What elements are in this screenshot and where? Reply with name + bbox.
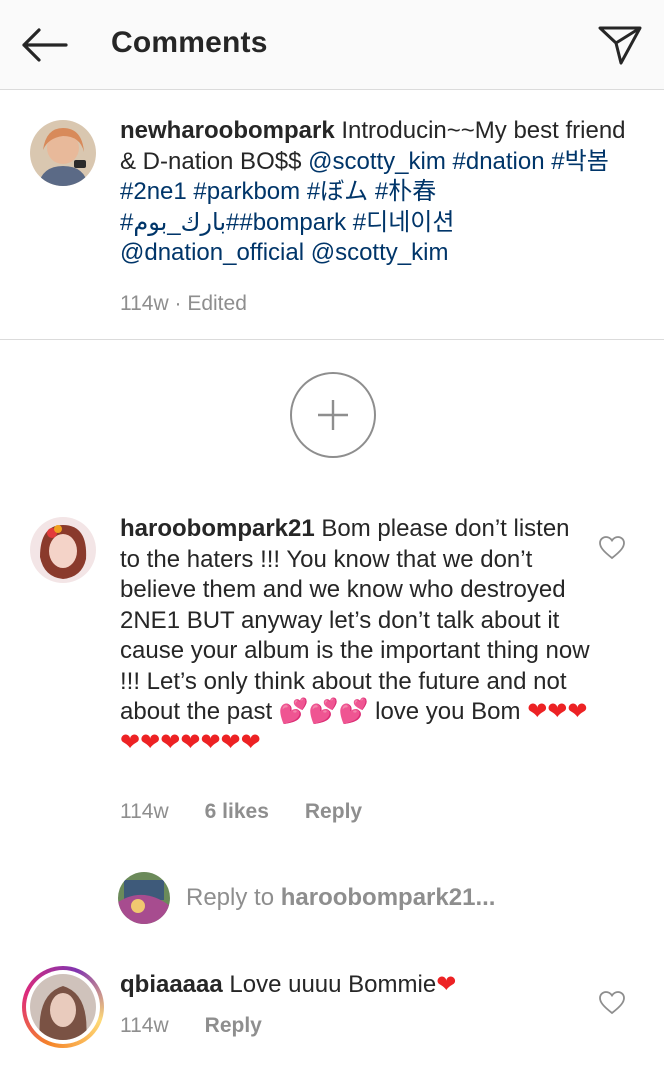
heart-outline-icon xyxy=(599,536,625,560)
caption-meta: 114w · Edited xyxy=(120,292,247,315)
avatar xyxy=(30,974,96,1040)
page-title: Comments xyxy=(111,26,268,59)
comment-body: Bom please don’t listen to the haters !!… xyxy=(120,515,590,725)
hashtag-link[interactable]: #박봄 xyxy=(551,148,609,175)
comment-username[interactable]: haroobompark21 xyxy=(120,515,315,542)
caption-username[interactable]: newharoobompark xyxy=(120,117,335,144)
avatar[interactable] xyxy=(30,517,96,583)
share-button[interactable] xyxy=(594,20,646,70)
heart-emoji: ❤ xyxy=(436,971,457,998)
comment-time: 114w xyxy=(120,800,169,823)
arrow-left-icon xyxy=(22,28,68,62)
hashtag-link[interactable]: #dnation xyxy=(453,148,545,175)
comment-username[interactable]: qbiaaaaa xyxy=(120,971,223,998)
heart-outline-icon xyxy=(599,991,625,1015)
post-caption: newharoobompark Introducin~~My best frie… xyxy=(0,90,664,340)
reply-button[interactable]: Reply xyxy=(305,800,362,824)
hashtag-link[interactable]: #بارك_بوم xyxy=(120,209,226,236)
caption-text-segment xyxy=(346,209,353,236)
mention-link[interactable]: @scotty_kim xyxy=(308,148,446,175)
story-ring[interactable] xyxy=(22,966,104,1048)
caption-text-segment xyxy=(368,178,375,205)
top-bar: Comments xyxy=(0,0,664,90)
like-button[interactable] xyxy=(597,533,627,563)
mention-link[interactable]: @dnation_official xyxy=(120,239,304,266)
hashtag-link[interactable]: #parkbom xyxy=(193,178,300,205)
avatar xyxy=(118,872,170,924)
likes-count[interactable]: 6 likes xyxy=(205,800,269,824)
comment-meta: 114w Reply xyxy=(120,1014,262,1038)
paper-plane-icon xyxy=(598,26,642,65)
hashtag-link[interactable]: ##bompark xyxy=(226,209,346,236)
hashtag-link[interactable]: #朴春 xyxy=(375,178,436,205)
hashtag-link[interactable]: #ぼム xyxy=(307,178,368,205)
caption-text-segment xyxy=(300,178,307,205)
hashtag-link[interactable]: #디네이션 xyxy=(353,209,455,236)
caption-text: newharoobompark Introducin~~My best frie… xyxy=(120,116,630,269)
load-more-button[interactable] xyxy=(290,372,376,458)
mention-link[interactable]: @scotty_kim xyxy=(311,239,449,266)
caption-text-segment xyxy=(446,148,453,175)
back-button[interactable] xyxy=(16,20,72,70)
caption-text-segment xyxy=(304,239,311,266)
reply-label: Reply to haroobompark21... xyxy=(186,884,496,911)
plus-circle-icon xyxy=(318,400,348,430)
like-button[interactable] xyxy=(597,988,627,1018)
view-replies[interactable]: Reply to haroobompark21... xyxy=(118,870,538,926)
caption-time: 114w xyxy=(120,292,169,315)
hashtag-link[interactable]: #2ne1 xyxy=(120,178,187,205)
avatar[interactable] xyxy=(30,120,96,186)
caption-edited: Edited xyxy=(187,292,247,315)
comment-time: 114w xyxy=(120,1014,169,1037)
comment-meta: 114w 6 likes Reply xyxy=(120,800,362,824)
comment-text: haroobompark21 Bom please don’t listen t… xyxy=(120,514,590,758)
reply-target: haroobompark21... xyxy=(280,884,496,911)
reply-button[interactable]: Reply xyxy=(205,1014,262,1038)
comment-text: qbiaaaaa Love uuuu Bommie❤ xyxy=(120,970,580,1001)
comment-body: Love uuuu Bommie xyxy=(222,971,437,998)
